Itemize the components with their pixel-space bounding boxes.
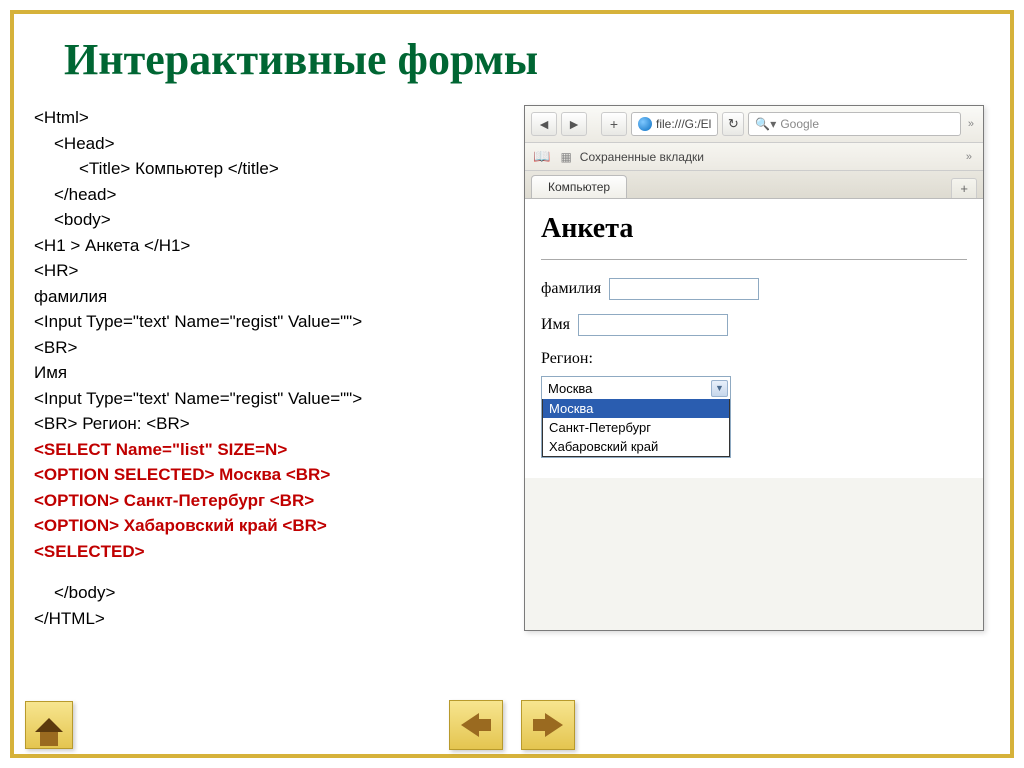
divider (541, 259, 967, 260)
region-select[interactable]: Москва ▼ Москва Санкт-Петербург Хабаровс… (541, 376, 731, 458)
code-line: <BR> Регион: <BR> (34, 411, 504, 437)
slide-title: Интерактивные формы (64, 34, 990, 85)
page-heading: Анкета (541, 213, 967, 245)
code-line: <Head> (34, 131, 504, 157)
overflow-icon[interactable]: » (963, 151, 975, 163)
option-spb[interactable]: Санкт-Петербург (543, 418, 729, 437)
back-button[interactable]: ◄ (531, 112, 557, 136)
dropdown-list[interactable]: Москва Санкт-Петербург Хабаровский край (542, 399, 730, 457)
prev-slide-button[interactable] (449, 700, 503, 750)
tab-bar: Компьютер + (525, 171, 983, 199)
code-listing: <Html> <Head> <Title> Компьютер </title>… (34, 105, 504, 631)
select-value: Москва (548, 381, 592, 396)
chevron-down-icon[interactable]: ▼ (711, 380, 728, 397)
search-box[interactable]: 🔍▾ Google (748, 112, 961, 136)
bookmarks-label[interactable]: Сохраненные вкладки (580, 150, 704, 164)
forward-button[interactable]: ► (561, 112, 587, 136)
book-icon[interactable]: 📖 (533, 148, 550, 165)
search-icon: 🔍▾ (755, 117, 776, 131)
code-line: <BR> (34, 335, 504, 361)
code-line: <H1 > Анкета </H1> (34, 233, 504, 259)
browser-toolbar: ◄ ► + file:///G:/El ↻ 🔍▾ Google » (525, 106, 983, 143)
option-khabarovsk[interactable]: Хабаровский край (543, 437, 729, 456)
label-surname: фамилия (541, 280, 601, 298)
label-region: Регион: (541, 350, 967, 368)
code-line: <OPTION> Санкт-Петербург <BR> (34, 488, 504, 514)
surname-input[interactable] (609, 278, 759, 300)
search-placeholder: Google (780, 117, 819, 131)
code-line: <Input Type="text' Name="regist" Value="… (34, 386, 504, 412)
code-line: <SELECT Name="list" SIZE=N> (34, 437, 504, 463)
code-line: <OPTION SELECTED> Москва <BR> (34, 462, 504, 488)
code-line: Имя (34, 360, 504, 386)
home-icon (35, 718, 63, 732)
code-line: <Html> (34, 105, 504, 131)
code-line: <OPTION> Хабаровский край <BR> (34, 513, 504, 539)
label-name: Имя (541, 316, 570, 334)
bookmarks-bar: 📖 ▦ Сохраненные вкладки » (525, 143, 983, 171)
browser-tab[interactable]: Компьютер (531, 175, 627, 198)
arrow-left-icon (461, 713, 479, 737)
code-line: <Title> Компьютер </title> (34, 156, 504, 182)
code-line: </body> (34, 580, 504, 606)
name-input[interactable] (578, 314, 728, 336)
code-line: <Input Type="text' Name="regist" Value="… (34, 309, 504, 335)
url-text: file:///G:/El (656, 117, 711, 131)
url-bar[interactable]: file:///G:/El (631, 112, 718, 136)
code-line: </HTML> (34, 606, 504, 632)
code-line: </head> (34, 182, 504, 208)
grid-icon[interactable]: ▦ (560, 150, 569, 164)
globe-icon (638, 117, 652, 131)
refresh-button[interactable]: ↻ (722, 112, 744, 136)
code-line: <HR> (34, 258, 504, 284)
code-line: <SELECTED> (34, 539, 504, 565)
page-content: Анкета фамилия Имя Регион: Москва (525, 199, 983, 478)
new-tab-button[interactable]: + (951, 178, 977, 198)
overflow-icon[interactable]: » (965, 118, 977, 130)
option-moscow[interactable]: Москва (543, 399, 729, 418)
browser-window: ◄ ► + file:///G:/El ↻ 🔍▾ Google » (524, 105, 984, 631)
home-button[interactable] (25, 701, 73, 749)
next-slide-button[interactable] (521, 700, 575, 750)
code-line: <body> (34, 207, 504, 233)
code-line: фамилия (34, 284, 504, 310)
arrow-right-icon (545, 713, 563, 737)
add-button[interactable]: + (601, 112, 627, 136)
